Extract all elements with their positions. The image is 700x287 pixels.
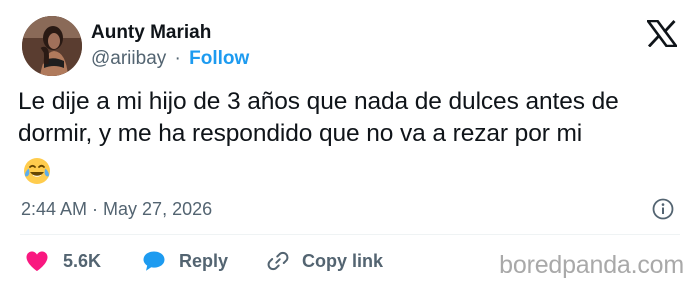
- like-button[interactable]: 5.6K: [25, 247, 101, 275]
- tears-of-joy-emoji-icon: [22, 156, 52, 186]
- link-icon: [267, 251, 289, 271]
- tweet-timestamp[interactable]: 2:44 AM · May 27, 2026: [21, 199, 212, 220]
- watermark: boredpanda.com: [499, 251, 684, 279]
- x-logo-icon[interactable]: [645, 19, 679, 48]
- author-avatar[interactable]: [22, 16, 82, 76]
- author-name[interactable]: Aunty Mariah: [91, 22, 211, 44]
- copy-link-button[interactable]: Copy link: [266, 247, 383, 275]
- follow-button[interactable]: Follow: [189, 48, 249, 69]
- separator-dot: ·: [174, 48, 181, 69]
- speech-bubble-icon: [143, 251, 165, 271]
- author-handle[interactable]: @ariibay: [91, 48, 166, 69]
- copy-link-label: Copy link: [302, 250, 384, 271]
- reply-label: Reply: [179, 250, 229, 271]
- reply-button[interactable]: Reply: [142, 247, 228, 275]
- tweet-text: Le dije a mi hijo de 3 años que nada de …: [18, 88, 619, 147]
- info-icon[interactable]: [652, 198, 674, 220]
- author-handle-row: @ariibay · Follow: [91, 48, 249, 70]
- divider: [20, 234, 680, 235]
- like-count: 5.6K: [63, 250, 102, 271]
- avatar-image: [22, 16, 82, 76]
- heart-icon: [26, 251, 48, 271]
